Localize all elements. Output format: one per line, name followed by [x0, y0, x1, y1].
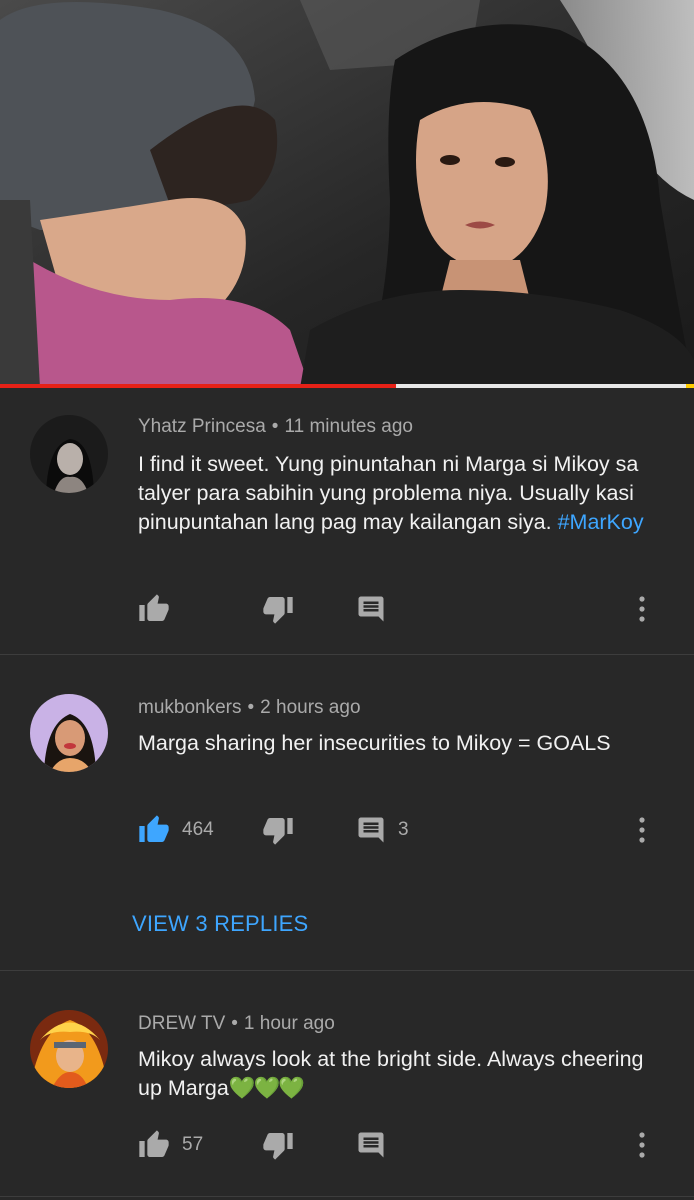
comment-item: Yhatz Princesa • 11 minutes ago I find it … — [0, 389, 694, 655]
more-options-button[interactable] — [632, 589, 652, 629]
like-count: 57 — [182, 1134, 204, 1155]
dislike-button[interactable] — [262, 810, 294, 850]
thumbs-up-icon — [139, 815, 169, 842]
more-options-button[interactable] — [632, 1125, 652, 1165]
avatar[interactable] — [30, 1010, 108, 1088]
comment-time: 2 hours ago — [260, 697, 361, 718]
thumbs-down-icon — [263, 818, 293, 845]
comment-actions: 464 3 — [138, 810, 678, 850]
thumbs-down-icon — [263, 1133, 293, 1160]
comment-author[interactable]: Yhatz Princesa — [138, 416, 266, 437]
more-vert-icon — [639, 1132, 645, 1158]
thumbs-up-icon — [139, 594, 169, 621]
comment-actions: 57 — [138, 1125, 678, 1165]
reply-comment-icon — [358, 1132, 384, 1158]
like-count: 464 — [182, 819, 214, 840]
dislike-button[interactable] — [262, 1125, 294, 1165]
green-heart-emoji: 💚💚💚 — [228, 1076, 305, 1100]
video-frame — [0, 0, 694, 388]
comment-item-3: DREW TV • 1 hour ago Mikoy always look at … — [0, 971, 694, 1197]
video-player[interactable] — [0, 0, 694, 388]
reply-comment-icon — [358, 817, 384, 843]
reply-button[interactable] — [356, 1125, 386, 1165]
view-replies-button[interactable]: VIEW 3 REPLIES — [132, 911, 308, 937]
comment-author[interactable]: DREW TV — [138, 1013, 225, 1034]
avatar[interactable] — [30, 415, 108, 493]
dislike-button[interactable] — [262, 589, 294, 629]
comment-body: Mikoy always look at the bright side. Al… — [138, 1047, 644, 1100]
thumbs-down-icon — [263, 597, 293, 624]
reply-button[interactable]: 3 — [356, 810, 409, 850]
meta-separator: • — [231, 1013, 238, 1034]
comment-item-2: mukbonkers • 2 hours ago Marga sharing her… — [0, 655, 694, 971]
comment-meta: DREW TV • 1 hour ago — [138, 1013, 335, 1035]
more-vert-icon — [639, 817, 645, 843]
more-options-button[interactable] — [632, 810, 652, 850]
comment-text: Mikoy always look at the bright side. Al… — [138, 1045, 658, 1103]
video-progress-played — [0, 384, 396, 388]
comment-meta: mukbonkers • 2 hours ago — [138, 697, 361, 719]
comment-actions — [138, 589, 678, 629]
video-progress-bar[interactable] — [0, 384, 694, 388]
reply-comment-icon — [358, 596, 384, 622]
reply-count: 3 — [398, 819, 409, 840]
comment-meta: Yhatz Princesa • 11 minutes ago — [138, 416, 413, 438]
comment-time: 1 hour ago — [243, 1013, 335, 1034]
hashtag-link[interactable]: #MarKoy — [558, 510, 644, 534]
meta-separator: • — [247, 697, 255, 718]
like-button[interactable]: 464 — [138, 810, 214, 850]
video-progress-buffer — [686, 384, 694, 388]
like-button[interactable] — [138, 589, 170, 629]
meta-separator: • — [271, 416, 279, 437]
more-vert-icon — [639, 596, 645, 622]
like-button[interactable]: 57 — [138, 1125, 203, 1165]
thumbs-up-icon — [139, 1130, 169, 1157]
comment-author[interactable]: mukbonkers — [138, 697, 242, 718]
avatar[interactable] — [30, 694, 108, 772]
comment-time: 11 minutes ago — [284, 416, 413, 437]
comment-text: I find it sweet. Yung pinuntahan ni Marg… — [138, 450, 658, 537]
comment-text: Marga sharing her insecurities to Mikoy … — [138, 731, 611, 755]
reply-button[interactable] — [356, 589, 386, 629]
